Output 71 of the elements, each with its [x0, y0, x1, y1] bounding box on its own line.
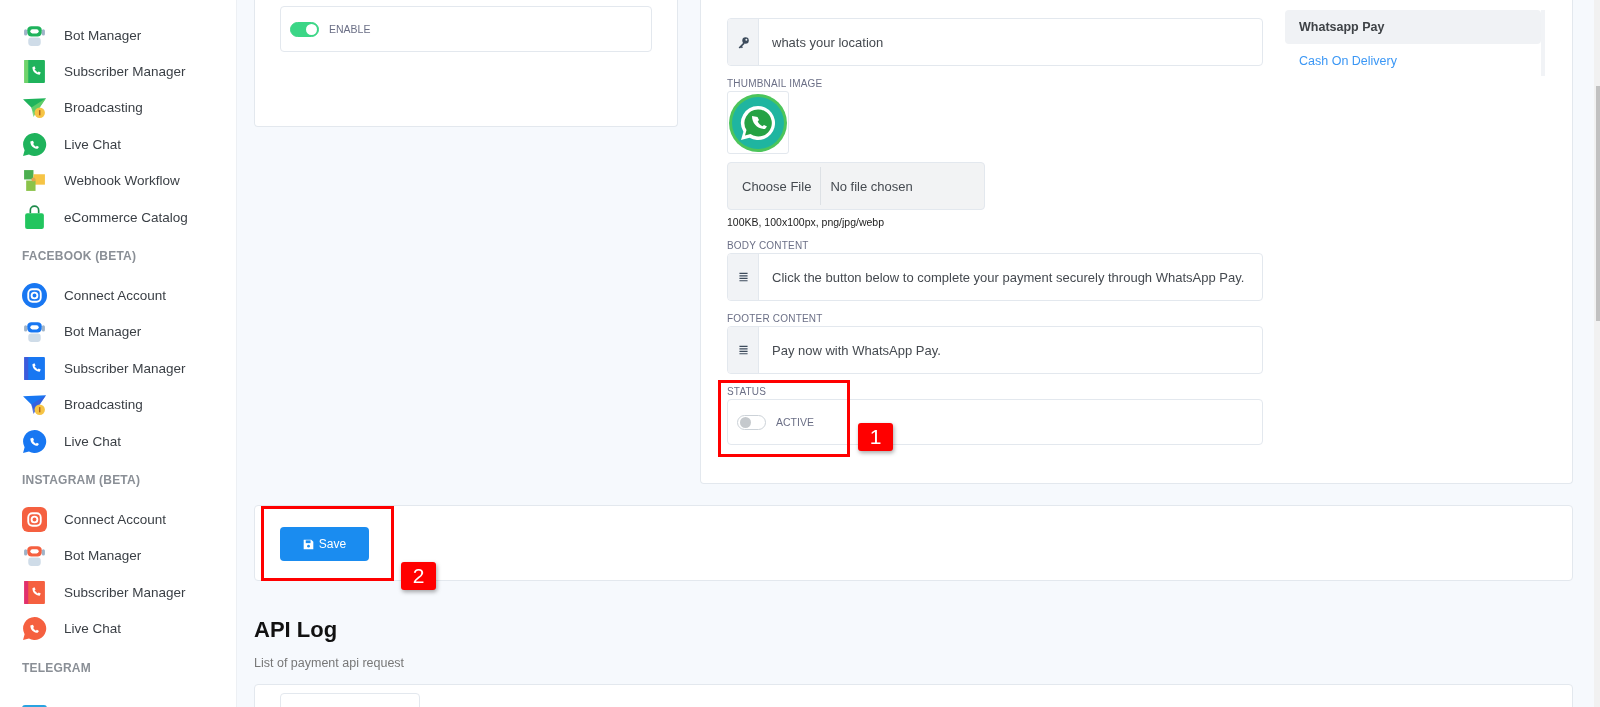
- toggle-label: ENABLE: [329, 23, 371, 35]
- chat-bubble-icon: [22, 428, 47, 454]
- sidebar-item[interactable]: Subscriber Manager: [0, 574, 236, 611]
- sidebar-item[interactable]: Live Chat: [0, 422, 236, 460]
- sidebar-item[interactable]: Subscriber Manager: [0, 350, 236, 387]
- field-label: THUMBNAIL IMAGE: [727, 78, 824, 89]
- sidebar-item[interactable]: Bot Manager: [0, 537, 236, 575]
- sidebar-item[interactable]: Bot Manager: [0, 313, 236, 351]
- sidebar-item-label: Live Chat: [64, 433, 122, 449]
- sidebar-item-label: Broadcasting: [64, 397, 143, 413]
- toggle-label: ACTIVE: [776, 416, 814, 428]
- sidebar-item[interactable]: eCommerce Catalog: [0, 198, 236, 236]
- section-subtitle: List of payment api request: [254, 656, 406, 670]
- sidebar-item[interactable]: Webhook Workflow: [0, 162, 236, 199]
- round-logo-icon: [22, 507, 47, 532]
- field-label: FOOTER CONTENT: [727, 313, 824, 324]
- file-hint: 100KB, 100x100px, png/jpg/webp: [727, 216, 886, 228]
- sidebar-section-header: FACEBOOK (BETA): [21, 248, 138, 266]
- sidebar-item-label: eCommerce Catalog: [64, 209, 188, 225]
- sidebar-item-label: Live Chat: [64, 621, 122, 637]
- annotation-badge: 1: [858, 423, 893, 451]
- text-input[interactable]: Click the button below to complete your payment securely through WhatsApp Pay.: [727, 253, 1263, 301]
- field-label: STATUS: [727, 386, 768, 397]
- section-title: API Log: [254, 617, 339, 643]
- sidebar-item[interactable]: Broadcasting: [0, 89, 236, 127]
- sidebar-item[interactable]: Subscriber Manager: [0, 53, 236, 90]
- sidebar-item[interactable]: Bot Manager: [0, 17, 236, 54]
- sidebar-item[interactable]: Broadcasting: [0, 386, 236, 423]
- payment-method-tab[interactable]: Whatsapp Pay: [1285, 10, 1541, 44]
- phone-book-icon: [22, 59, 47, 85]
- annotation-badge: 2: [401, 562, 436, 590]
- shopping-bag-icon: [22, 204, 47, 230]
- file-input[interactable]: Choose File No file chosen: [727, 162, 985, 210]
- text-input[interactable]: Pay now with WhatsApp Pay.: [727, 326, 1263, 374]
- sidebar-item-label: Live Chat: [64, 136, 122, 152]
- field-label: BODY CONTENT: [727, 240, 810, 251]
- robot-icon: [22, 543, 47, 569]
- thumbnail-image: [727, 91, 789, 154]
- sidebar-item-label: Connect Account: [64, 288, 167, 304]
- sidebar-item-label: Subscriber Manager: [64, 64, 186, 80]
- sidebar-item-label: Webhook Workflow: [64, 173, 180, 189]
- sidebar-item-label: Bot Manager: [64, 27, 142, 43]
- sidebar-item-label: Connect Account: [64, 512, 167, 527]
- sidebar-item[interactable]: Connect Account: [0, 277, 236, 314]
- file-status: No file chosen: [829, 178, 913, 194]
- toggle-switch[interactable]: [290, 21, 319, 37]
- round-logo-icon: [22, 283, 47, 309]
- chat-bubble-icon: [22, 131, 47, 157]
- sidebar-item[interactable]: Connect Account: [0, 501, 236, 538]
- sidebar-item[interactable]: Live Chat: [0, 610, 236, 647]
- phone-book-icon: [22, 579, 47, 605]
- chat-bubble-icon: [22, 616, 47, 642]
- phone-book-icon: [22, 355, 47, 381]
- puzzle-icon: [22, 168, 47, 194]
- sidebar-section-header: TELEGRAM: [21, 659, 92, 677]
- choose-file-button[interactable]: Choose File: [728, 167, 822, 205]
- lines-icon: [736, 343, 750, 357]
- toggle-switch[interactable]: [737, 414, 766, 430]
- sidebar-item-label: Subscriber Manager: [64, 360, 186, 376]
- sidebar-item-label: Broadcasting: [64, 100, 143, 116]
- paper-plane-icon: [22, 95, 47, 121]
- sidebar-item-label: Bot Manager: [64, 548, 142, 564]
- paper-plane-icon: [22, 392, 47, 418]
- text-input[interactable]: whats your location: [727, 18, 1263, 66]
- sidebar-section-header: INSTAGRAM (BETA): [21, 472, 142, 490]
- key-icon: [736, 35, 750, 49]
- robot-icon: [22, 319, 47, 345]
- sidebar-item[interactable]: Live Chat: [0, 126, 236, 163]
- sidebar-item-label: Subscriber Manager: [64, 584, 186, 600]
- sidebar-item-label: Bot Manager: [64, 324, 142, 340]
- lines-icon: [736, 270, 750, 284]
